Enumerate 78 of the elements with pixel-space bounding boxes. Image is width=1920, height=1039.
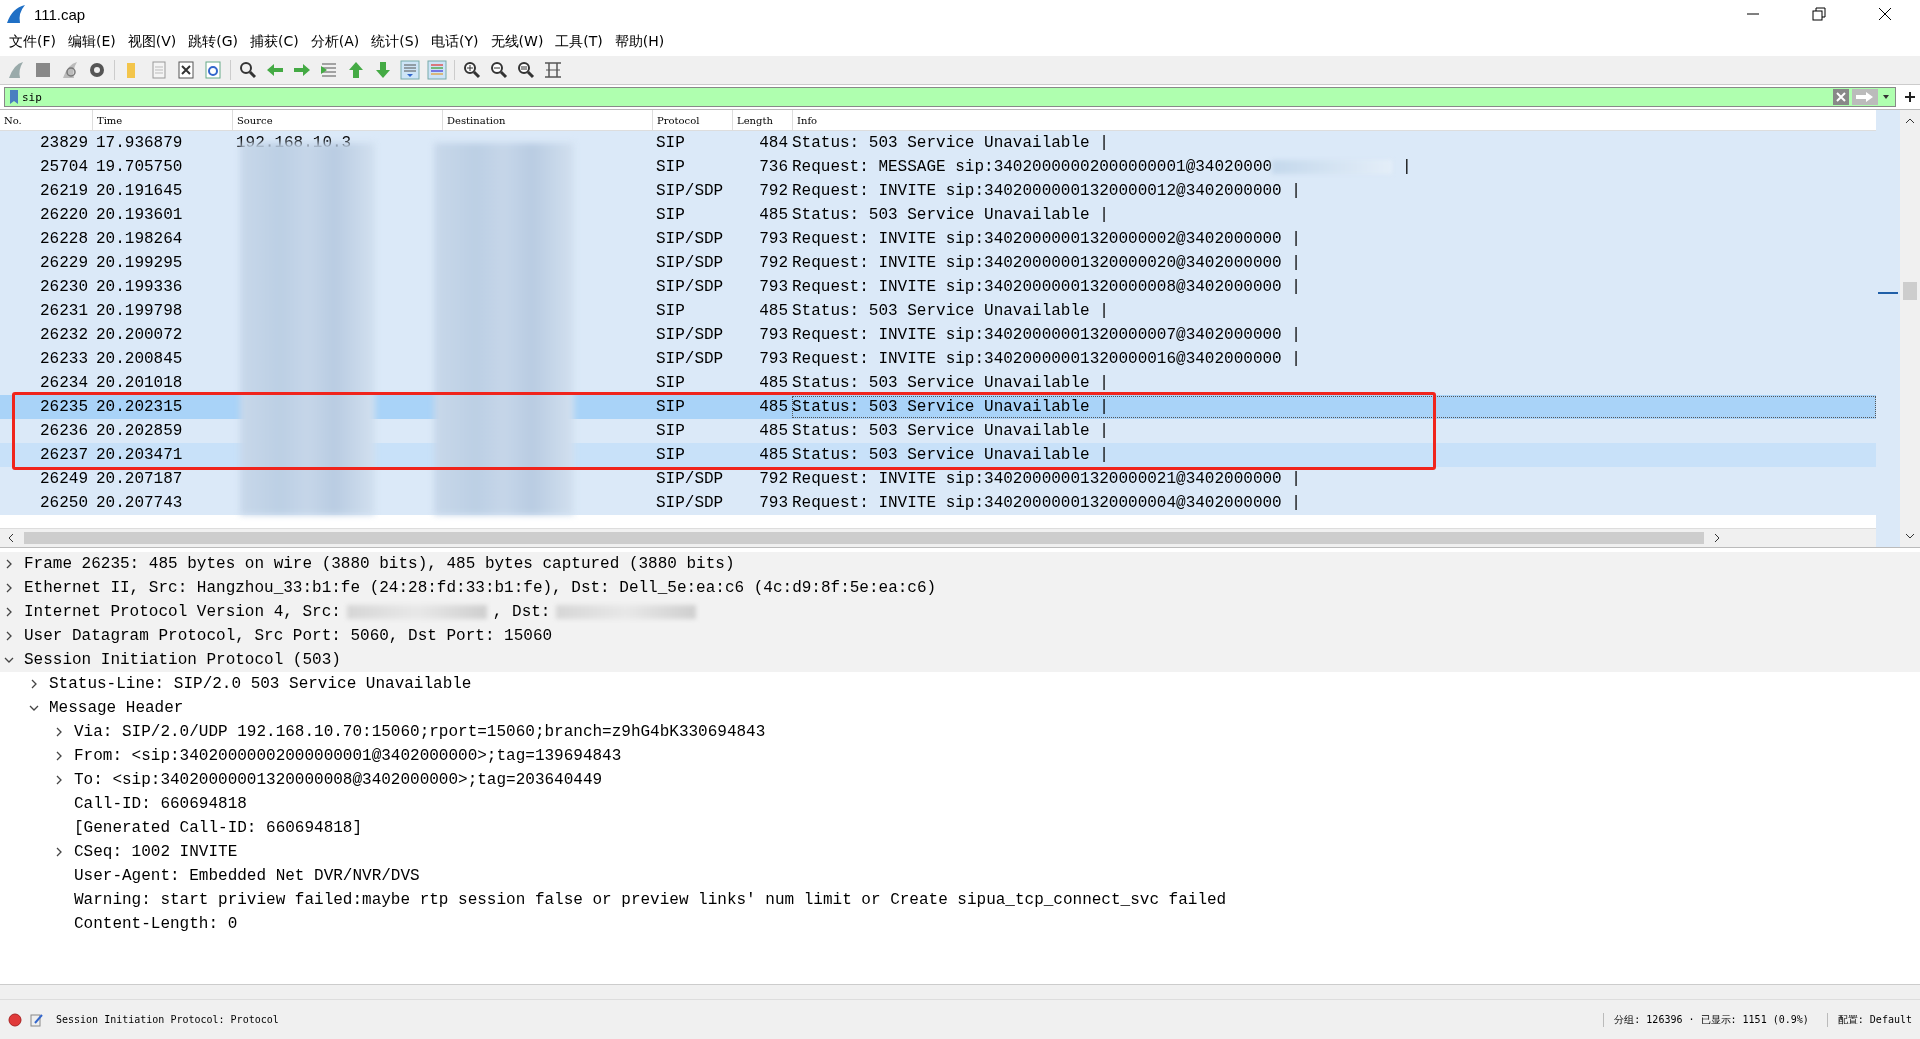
down-arrow-icon[interactable] [373,60,393,80]
expand-caret-icon[interactable] [54,775,64,785]
detail-line[interactable]: Internet Protocol Version 4, Src: [24,603,341,621]
detail-line[interactable]: Status-Line: SIP/2.0 503 Service Unavailable [49,675,472,693]
expand-caret-icon[interactable] [54,847,64,857]
zoom-out-icon[interactable] [489,60,509,80]
zoom-in-icon[interactable] [462,60,482,80]
menu-item[interactable]: 视图(V) [122,31,182,53]
detail-line[interactable]: Warning: start priview failed:maybe rtp session false or preview links' num limit or Create sipua_tcp_connect_svc failed [74,891,1227,909]
detail-line[interactable]: Call-ID: 660694818 [74,795,247,813]
scrollbar-thumb[interactable] [24,532,1704,544]
scroll-left-icon[interactable] [6,533,16,543]
column-header[interactable]: Length [732,110,792,130]
add-icon[interactable] [1904,91,1916,103]
collapse-caret-icon[interactable] [4,655,14,665]
expand-caret-icon[interactable] [4,607,14,617]
expand-caret-icon[interactable] [29,679,39,689]
settings-icon[interactable] [87,60,107,80]
restore-icon[interactable] [1811,6,1827,22]
colorize-icon[interactable] [427,60,447,80]
column-header[interactable]: Source [232,110,442,130]
status-dot-icon[interactable] [8,1012,22,1027]
menu-item[interactable]: 电话(Y) [426,31,484,53]
packet-counts: 分组: 126396 · 已显示: 1151 (0.9%) [1603,1012,1819,1027]
menu-item[interactable]: 无线(W) [485,31,549,53]
collapse-caret-icon[interactable] [29,703,39,713]
detail-line[interactable]: , Dst: [492,603,551,621]
menu-item[interactable]: 跳转(G) [183,31,244,53]
reload-icon[interactable] [203,60,223,80]
close-file-icon[interactable] [176,60,196,80]
expand-caret-icon[interactable] [54,727,64,737]
menu-item[interactable]: 工具(T) [550,31,608,53]
close-icon[interactable] [1877,6,1893,22]
detail-line[interactable]: User-Agent: Embedded Net DVR/NVR/DVS [74,867,420,885]
menu-item[interactable]: 统计(S) [366,31,425,53]
detail-line[interactable]: Content-Length: 0 [74,915,238,933]
expand-caret-icon[interactable] [4,583,14,593]
expand-caret-icon[interactable] [4,559,14,569]
restart-icon[interactable] [60,60,80,80]
detail-line[interactable]: Via: SIP/2.0/UDP 192.168.10.70:15060;rport=15060;branch=z9hG4bK330694843 [74,723,766,741]
detail-line[interactable]: [Generated Call-ID: 660694818] [74,819,363,837]
up-arrow-icon[interactable] [346,60,366,80]
detail-line[interactable]: To: <sip:34020000001320000008@3402000000>;tag=203640449 [74,771,603,789]
profile-label[interactable]: 配置: Default [1826,1012,1912,1027]
detail-line[interactable]: Message Header [49,699,184,717]
column-header[interactable]: Time [92,110,232,130]
zoom-reset-icon[interactable] [516,60,536,80]
expand-caret-icon[interactable] [54,751,64,761]
detail-line[interactable]: Session Initiation Protocol (503) [24,651,341,669]
column-header[interactable]: Protocol [652,110,732,130]
menu-item[interactable]: 文件(F) [4,31,61,53]
pencil-icon[interactable] [30,1012,44,1027]
display-filter-field[interactable]: sip [4,87,1896,107]
window-title: 111.cap [34,5,86,23]
bookmark-icon[interactable] [9,89,19,105]
go-to-packet-icon[interactable] [319,60,339,80]
menu-item[interactable]: 帮助(H) [609,31,670,53]
packet-row[interactable]: 23829 17.936879 192.168.10.3 SIP 484 Status: 503 Service Unavailable | [0,131,1876,155]
detail-line[interactable]: From: <sip:34020000002000000001@3402000000>;tag=139694843 [74,747,622,765]
column-header[interactable]: Destination [442,110,652,130]
expand-caret-icon[interactable] [4,631,14,641]
menu-item[interactable]: 编辑(E) [63,31,121,53]
status-message: Session Initiation Protocol: Protocol [56,1014,279,1025]
filter-input[interactable]: sip [22,90,1830,104]
app-logo-icon [6,4,26,24]
scroll-right-icon[interactable] [1712,533,1722,543]
stop-icon[interactable] [33,60,53,80]
menu-item[interactable]: 分析(A) [305,31,365,53]
scroll-up-icon[interactable] [1905,116,1915,126]
clear-icon[interactable] [1833,89,1849,105]
resize-columns-icon[interactable] [543,60,563,80]
scroll-down-icon[interactable] [1905,531,1915,541]
scrollbar-thumb[interactable] [1903,282,1917,300]
menu-item[interactable]: 捕获(C) [245,31,304,53]
search-icon[interactable] [238,60,258,80]
column-header[interactable]: No. [0,110,92,130]
horizontal-scrollbar[interactable] [0,984,1920,999]
detail-line[interactable]: CSeq: 1002 INVITE [74,843,238,861]
